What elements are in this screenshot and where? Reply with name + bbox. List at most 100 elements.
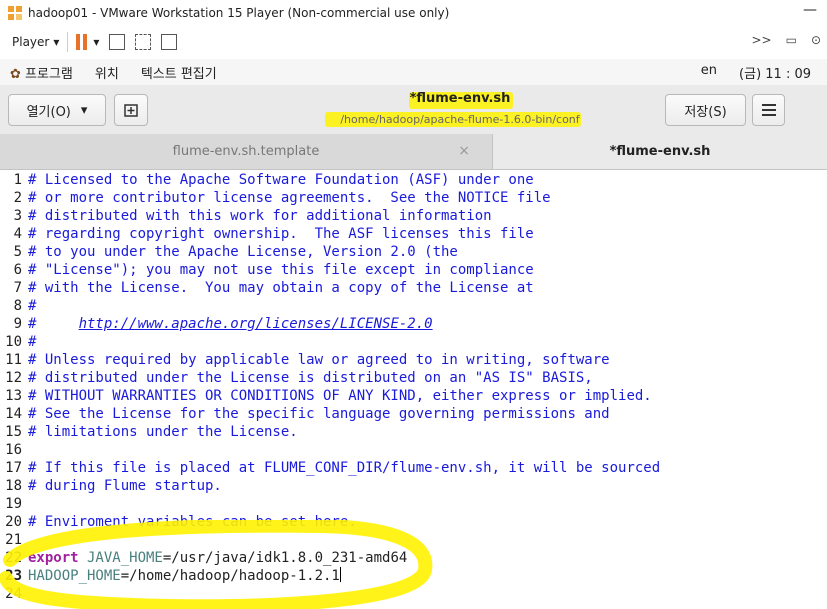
- line-number: 18: [5, 478, 22, 494]
- text-editor[interactable]: 1 # Licensed to the Apache Software Found…: [0, 170, 827, 609]
- comment-text: # Licensed to the Apache Software Founda…: [28, 172, 534, 188]
- comment-text: # Enviroment variables can be set here.: [28, 514, 357, 530]
- line-number: 23: [5, 568, 22, 584]
- send-ctrl-alt-del-icon[interactable]: [109, 34, 126, 50]
- minimize-button[interactable]: —: [803, 2, 817, 18]
- variable-name: JAVA_HOME: [78, 550, 163, 566]
- line-number: 1: [13, 172, 22, 188]
- tab-flume-env[interactable]: *flume-env.sh: [493, 134, 827, 169]
- code-line[interactable]: 3 # distributed with this work for additi…: [0, 207, 827, 225]
- line-text: # WITHOUT WARRANTIES OR CONDITIONS OF AN…: [28, 387, 652, 405]
- line-text: export JAVA_HOME=/usr/java/idk1.8.0_231-…: [28, 549, 407, 567]
- tab-label: flume-env.sh.template: [172, 144, 320, 159]
- new-document-icon: [124, 104, 138, 117]
- line-text: HADOOP_HOME=/home/hadoop/hadoop-1.2.1: [28, 567, 341, 585]
- clock[interactable]: (금) 11 : 09: [739, 63, 811, 82]
- toolbar-divider: [67, 32, 69, 52]
- comment-text: #: [28, 298, 37, 314]
- open-button-label: 열기(O): [26, 104, 71, 120]
- line-text: # If this file is placed at FLUME_CONF_D…: [28, 459, 660, 477]
- tab-bar: flume-env.sh.template × *flume-env.sh: [0, 134, 827, 170]
- code-line[interactable]: 8 #: [0, 297, 827, 315]
- programs-menu[interactable]: ✿ 프로그램: [10, 63, 73, 82]
- code-line[interactable]: 2 # or more contributor license agreement…: [0, 189, 827, 207]
- tab-flume-env-template[interactable]: flume-env.sh.template ×: [0, 134, 493, 169]
- code-line[interactable]: 19: [0, 495, 827, 513]
- vmware-toolbar: Player ▾ ▾ >> ▭ ⊙: [0, 25, 827, 59]
- line-number: 15: [5, 424, 22, 440]
- places-menu[interactable]: 위치: [95, 63, 119, 82]
- hamburger-menu-button[interactable]: [752, 94, 785, 126]
- more-icon[interactable]: >>: [751, 33, 771, 47]
- code-line[interactable]: 11 # Unless required by applicable law or…: [0, 351, 827, 369]
- app-menu[interactable]: 텍스트 편집기: [141, 63, 217, 82]
- tab-label: *flume-env.sh: [609, 144, 711, 159]
- comment-text: # regarding copyright ownership. The ASF…: [28, 226, 534, 242]
- line-text: # or more contributor license agreements…: [28, 189, 551, 207]
- code-line[interactable]: 18 # during Flume startup.: [0, 477, 827, 495]
- assignment-value: =/usr/java/idk1.8.0_231-amd64: [162, 550, 408, 566]
- player-menu-label: Player: [12, 35, 50, 49]
- code-line[interactable]: 9 # http://www.apache.org/licenses/LICENS…: [0, 315, 827, 333]
- close-icon[interactable]: ×: [458, 143, 470, 159]
- line-text: # distributed under the License is distr…: [28, 369, 593, 387]
- line-number: 20: [5, 514, 22, 530]
- code-line[interactable]: 15 # limitations under the License.: [0, 423, 827, 441]
- comment-text: # Unless required by applicable law or a…: [28, 352, 610, 368]
- code-line[interactable]: 13 # WITHOUT WARRANTIES OR CONDITIONS OF …: [0, 387, 827, 405]
- line-text: # http://www.apache.org/licenses/LICENSE…: [28, 315, 433, 333]
- code-line[interactable]: 24: [0, 585, 827, 603]
- network-icon[interactable]: ⊙: [811, 33, 821, 47]
- line-text: # distributed with this work for additio…: [28, 207, 492, 225]
- chevron-down-icon[interactable]: ▾: [93, 35, 99, 49]
- save-button[interactable]: 저장(S): [665, 94, 746, 126]
- code-line[interactable]: 23 HADOOP_HOME=/home/hadoop/hadoop-1.2.1: [0, 567, 827, 585]
- line-number: 19: [5, 496, 22, 512]
- code-line[interactable]: 14 # See the License for the specific lan…: [0, 405, 827, 423]
- line-number: 7: [13, 280, 22, 296]
- line-text: # limitations under the License.: [28, 423, 298, 441]
- code-line[interactable]: 7 # with the License. You may obtain a co…: [0, 279, 827, 297]
- open-button[interactable]: 열기(O) ▾: [8, 94, 106, 126]
- comment-text: # distributed under the License is distr…: [28, 370, 593, 386]
- line-number: 2: [13, 190, 22, 206]
- unity-icon[interactable]: [161, 34, 178, 50]
- code-line[interactable]: 16: [0, 441, 827, 459]
- line-text: #: [28, 333, 36, 351]
- line-number: 6: [13, 262, 22, 278]
- line-text: #: [28, 297, 36, 315]
- line-text: # Unless required by applicable law or a…: [28, 351, 610, 369]
- line-number: 16: [5, 442, 22, 458]
- line-text: # during Flume startup.: [28, 477, 222, 495]
- line-text: # "License"); you may not use this file …: [28, 261, 534, 279]
- fullscreen-icon[interactable]: [135, 34, 152, 50]
- code-line[interactable]: 6 # "License"); you may not use this file…: [0, 261, 827, 279]
- input-language[interactable]: en: [701, 63, 717, 82]
- gedit-header-bar: 열기(O) ▾ *flume-env.sh /home/hadoop/apach…: [0, 85, 827, 135]
- code-line[interactable]: 10 #: [0, 333, 827, 351]
- pause-icon[interactable]: [76, 34, 88, 50]
- line-number: 9: [13, 316, 22, 332]
- code-line[interactable]: 17 # If this file is placed at FLUME_CONF…: [0, 459, 827, 477]
- drive-icon[interactable]: ▭: [786, 33, 797, 47]
- gnome-foot-icon: ✿: [10, 66, 21, 82]
- line-number: 11: [5, 352, 22, 368]
- code-line[interactable]: 12 # distributed under the License is dis…: [0, 369, 827, 387]
- code-line[interactable]: 21: [0, 531, 827, 549]
- new-document-button[interactable]: [114, 94, 148, 126]
- chevron-down-icon: ▾: [53, 35, 60, 49]
- comment-text: # or more contributor license agreements…: [28, 190, 551, 206]
- code-line[interactable]: 5 # to you under the Apache License, Vers…: [0, 243, 827, 261]
- line-text: # Licensed to the Apache Software Founda…: [28, 171, 534, 189]
- code-line[interactable]: 20 # Enviroment variables can be set here…: [0, 513, 827, 531]
- code-line[interactable]: 4 # regarding copyright ownership. The AS…: [0, 225, 827, 243]
- vmware-logo-icon: [8, 5, 22, 20]
- variable-name: HADOOP_HOME: [28, 568, 121, 584]
- code-line[interactable]: 22 export JAVA_HOME=/usr/java/idk1.8.0_23…: [0, 549, 827, 567]
- line-number: 21: [5, 532, 22, 548]
- license-link[interactable]: http://www.apache.org/licenses/LICENSE-2…: [79, 316, 433, 332]
- comment-text: # "License"); you may not use this file …: [28, 262, 534, 278]
- code-line[interactable]: 1 # Licensed to the Apache Software Found…: [0, 171, 827, 189]
- player-menu[interactable]: Player ▾: [12, 35, 59, 49]
- comment-text: # during Flume startup.: [28, 478, 222, 494]
